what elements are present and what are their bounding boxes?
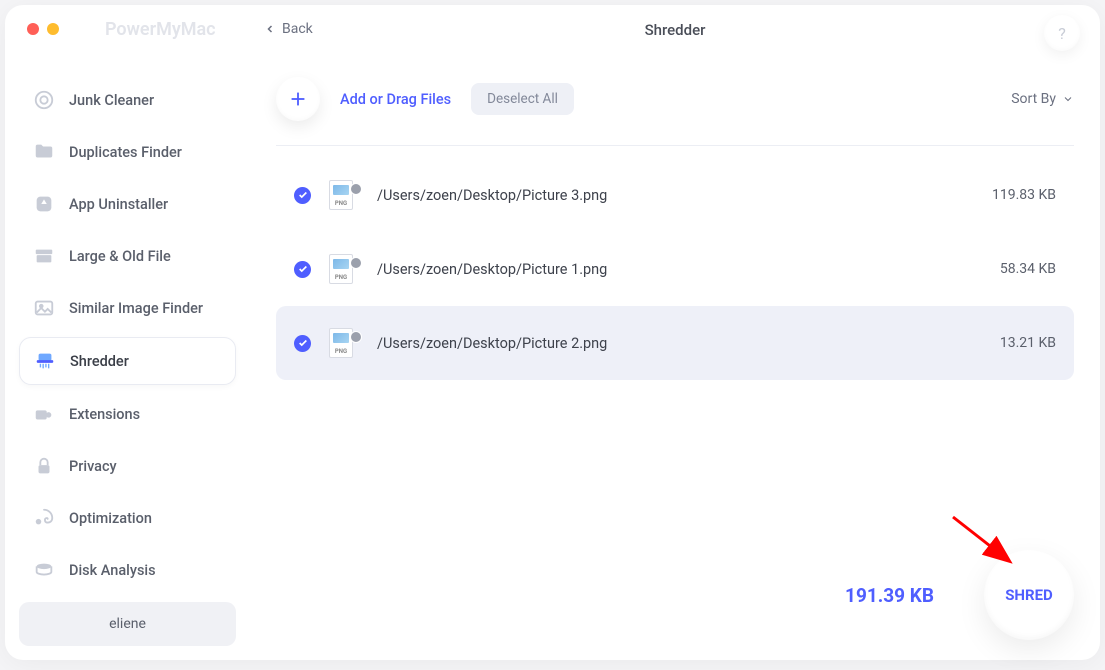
archive-icon: [33, 245, 55, 267]
file-size: 58.34 KB: [966, 261, 1056, 277]
file-path: /Users/zoen/Desktop/Picture 3.png: [377, 187, 948, 204]
file-size: 13.21 KB: [966, 335, 1056, 351]
sidebar-item-label: Shredder: [70, 353, 129, 370]
user-account-button[interactable]: eliene: [19, 602, 236, 646]
sidebar-item-disk-analysis[interactable]: Disk Analysis: [19, 547, 236, 593]
png-file-icon: [329, 328, 359, 358]
sort-by-button[interactable]: Sort By: [1011, 91, 1074, 107]
file-row[interactable]: /Users/zoen/Desktop/Picture 1.png 58.34 …: [276, 232, 1074, 306]
plus-icon: [287, 88, 309, 110]
sidebar-item-privacy[interactable]: Privacy: [19, 443, 236, 489]
puzzle-icon: [33, 403, 55, 425]
check-icon: [298, 264, 308, 274]
sidebar-item-similar-image-finder[interactable]: Similar Image Finder: [19, 285, 236, 331]
sidebar-item-duplicates-finder[interactable]: Duplicates Finder: [19, 129, 236, 175]
file-checkbox[interactable]: [294, 335, 311, 352]
swirl-icon: [33, 507, 55, 529]
file-list: /Users/zoen/Desktop/Picture 3.png 119.83…: [276, 158, 1074, 380]
sidebar-nav: Junk Cleaner Duplicates Finder App Unins…: [19, 77, 236, 593]
sidebar-item-label: Junk Cleaner: [69, 92, 154, 109]
sidebar-item-junk-cleaner[interactable]: Junk Cleaner: [19, 77, 236, 123]
shred-label: SHRED: [1005, 586, 1053, 604]
sidebar-item-app-uninstaller[interactable]: App Uninstaller: [19, 181, 236, 227]
lock-icon: [33, 455, 55, 477]
page-title: Shredder: [645, 21, 706, 39]
help-button[interactable]: ?: [1044, 15, 1080, 51]
file-size: 119.83 KB: [966, 187, 1056, 203]
sort-label: Sort By: [1011, 91, 1056, 107]
sidebar-item-label: Extensions: [69, 406, 140, 423]
user-name: eliene: [109, 616, 146, 632]
sidebar-item-label: App Uninstaller: [69, 196, 168, 213]
main-panel: Back Shredder ? Add or Drag Files Desele…: [250, 5, 1100, 660]
check-icon: [298, 190, 308, 200]
png-file-icon: [329, 254, 359, 284]
sidebar-item-label: Privacy: [69, 458, 117, 475]
sidebar-item-label: Optimization: [69, 510, 152, 527]
image-icon: [33, 297, 55, 319]
check-icon: [298, 338, 308, 348]
topbar: Back Shredder ?: [276, 5, 1074, 55]
file-row[interactable]: /Users/zoen/Desktop/Picture 2.png 13.21 …: [276, 306, 1074, 380]
shredder-icon: [34, 350, 56, 372]
png-file-icon: [329, 180, 359, 210]
sidebar-item-shredder[interactable]: Shredder: [19, 337, 236, 385]
sidebar: PowerMyMac Junk Cleaner Duplicates Finde…: [5, 5, 250, 660]
close-window-button[interactable]: [27, 23, 39, 35]
toolbar: Add or Drag Files Deselect All Sort By: [276, 77, 1074, 121]
folder-icon: [33, 141, 55, 163]
sidebar-item-label: Disk Analysis: [69, 562, 156, 579]
app-icon: [33, 193, 55, 215]
sidebar-item-label: Similar Image Finder: [69, 300, 203, 317]
file-path: /Users/zoen/Desktop/Picture 2.png: [377, 335, 948, 352]
chevron-left-icon: [264, 23, 276, 35]
add-files-label[interactable]: Add or Drag Files: [340, 91, 451, 108]
sidebar-item-large-old-file[interactable]: Large & Old File: [19, 233, 236, 279]
file-checkbox[interactable]: [294, 187, 311, 204]
sidebar-item-label: Duplicates Finder: [69, 144, 182, 161]
toolbar-divider: [276, 145, 1074, 146]
window-controls: [27, 23, 59, 35]
app-window: PowerMyMac Junk Cleaner Duplicates Finde…: [5, 5, 1100, 660]
file-path: /Users/zoen/Desktop/Picture 1.png: [377, 261, 948, 278]
file-checkbox[interactable]: [294, 261, 311, 278]
sidebar-item-optimization[interactable]: Optimization: [19, 495, 236, 541]
add-files-button[interactable]: [276, 77, 320, 121]
minimize-window-button[interactable]: [47, 23, 59, 35]
chevron-down-icon: [1062, 93, 1074, 105]
disk-icon: [33, 559, 55, 581]
file-row[interactable]: /Users/zoen/Desktop/Picture 3.png 119.83…: [276, 158, 1074, 232]
sidebar-item-extensions[interactable]: Extensions: [19, 391, 236, 437]
app-brand: PowerMyMac: [105, 19, 216, 40]
sidebar-item-label: Large & Old File: [69, 248, 171, 265]
deselect-all-button[interactable]: Deselect All: [471, 83, 574, 115]
back-button[interactable]: Back: [264, 21, 313, 37]
footer: 191.39 KB SHRED: [845, 550, 1074, 640]
shred-button[interactable]: SHRED: [984, 550, 1074, 640]
question-icon: ?: [1058, 24, 1066, 43]
total-size: 191.39 KB: [845, 584, 934, 607]
back-label: Back: [282, 21, 313, 37]
target-icon: [33, 89, 55, 111]
